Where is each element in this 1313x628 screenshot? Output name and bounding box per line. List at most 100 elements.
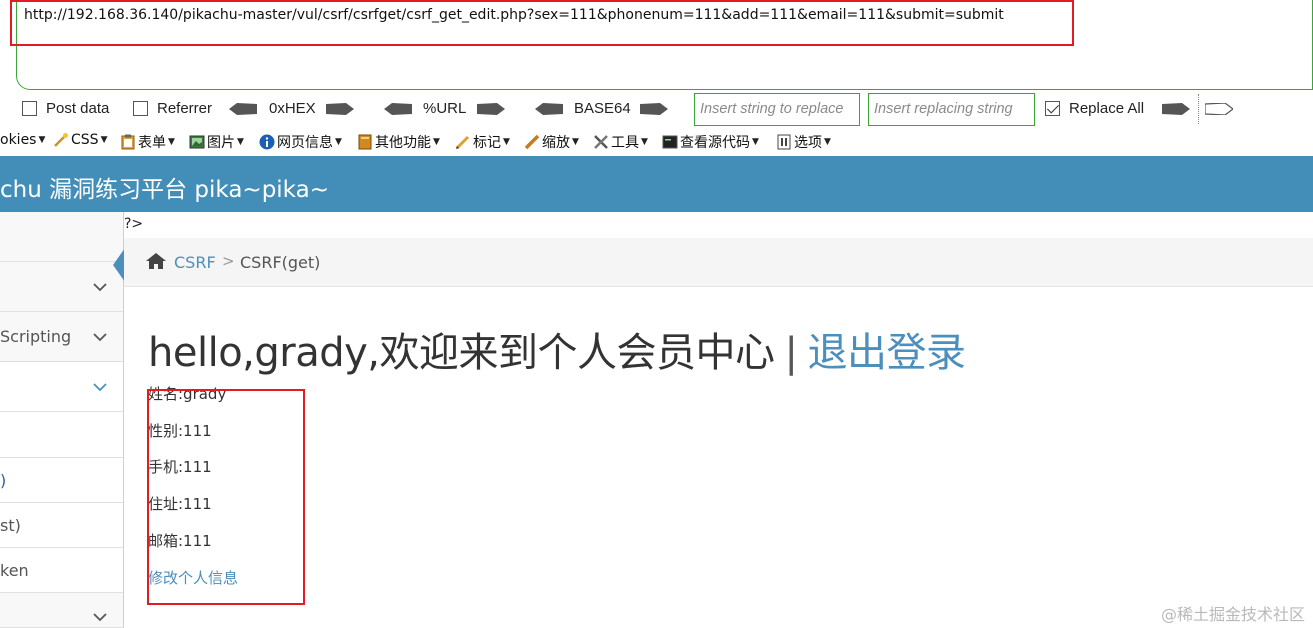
post-data-toggle[interactable]: Post data: [22, 100, 109, 117]
base64-encode-arrow-icon[interactable]: [640, 103, 668, 115]
magic-wand-icon: [54, 133, 68, 147]
sidebar-item-top[interactable]: [0, 212, 123, 262]
webdev-resize-label: 缩放: [542, 135, 570, 151]
tools-icon: [594, 135, 608, 149]
webdev-cookies-menu[interactable]: okies ▼: [0, 132, 45, 148]
ruler-icon: [524, 134, 540, 150]
site-title[interactable]: chu 漏洞练习平台 pika~pika~: [0, 170, 329, 204]
url-encode-label: %URL: [423, 100, 467, 117]
webdev-info-menu[interactable]: 网页信息 ▼: [259, 132, 342, 152]
sidebar-item-label: Scripting: [0, 327, 72, 346]
page-title: hello,grady,欢迎来到个人会员中心 | 退出登录: [148, 320, 966, 378]
watermark: @稀土掘金技术社区: [1160, 605, 1305, 624]
pencil-icon: [455, 135, 470, 150]
referrer-checkbox[interactable]: [133, 101, 148, 116]
referrer-label: Referrer: [157, 100, 213, 117]
chevron-down-icon: [93, 383, 107, 392]
logout-link[interactable]: 退出登录: [807, 330, 966, 376]
webdev-forms-label: 表单: [138, 135, 166, 151]
webdev-images-label: 图片: [207, 135, 235, 151]
caret-down-icon: ▼: [572, 137, 579, 147]
info-icon: [259, 134, 275, 150]
sidebar-item-label: st): [0, 516, 21, 535]
url-decode-arrow-icon[interactable]: [384, 103, 412, 115]
webdev-options-label: 选项: [794, 135, 822, 151]
caret-down-icon: ▼: [100, 135, 108, 145]
replace-all-label: Replace All: [1069, 100, 1145, 117]
webdev-toolbar: okies ▼ CSS ▼ 表单 ▼ 图片 ▼ 网页信息 ▼ 其他功能 ▼ 标记 ▼ 缩放 ▼ …: [0, 128, 1313, 154]
referrer-toggle[interactable]: Referrer: [133, 100, 212, 117]
sidebar-subitem-overview[interactable]: [0, 412, 123, 458]
hackbar-toolbar: Post data Referrer 0xHEX %URL BASE64 Ins…: [0, 92, 1313, 126]
options-icon: [777, 134, 791, 150]
webdev-tools-label: 工具: [611, 135, 639, 151]
execute-arrow-icon[interactable]: [1205, 103, 1233, 115]
caret-down-icon: ▼: [752, 137, 759, 147]
home-icon[interactable]: [146, 252, 166, 270]
breadcrumb-link-csrf[interactable]: CSRF: [174, 253, 216, 272]
book-icon: [358, 134, 372, 150]
sidebar: Scripting ) st) ken: [0, 212, 124, 628]
sidebar-item-collapsed[interactable]: [0, 262, 123, 312]
post-data-checkbox[interactable]: [22, 101, 37, 116]
greeting-text: hello,grady,欢迎来到个人会员中心: [148, 330, 775, 376]
sidebar-subitem-csrf-token[interactable]: ken: [0, 548, 123, 593]
replace-string-input[interactable]: Insert string to replace: [694, 93, 860, 126]
hex-encode-arrow-icon[interactable]: [326, 103, 354, 115]
base64-label: BASE64: [574, 100, 631, 117]
base64-decode-arrow-icon[interactable]: [535, 103, 563, 115]
replace-all-toggle[interactable]: Replace All: [1045, 100, 1144, 117]
webdev-misc-label: 其他功能: [375, 135, 431, 151]
sidebar-item-next[interactable]: [0, 593, 123, 628]
php-leak-text: ?>: [124, 216, 144, 232]
hex-decode-arrow-icon[interactable]: [229, 103, 257, 115]
sidebar-subitem-csrf-get[interactable]: ): [0, 458, 123, 503]
toolbar-separator: [1198, 94, 1199, 124]
sidebar-item-label: ken: [0, 561, 29, 580]
caret-down-icon: ▼: [335, 137, 342, 147]
caret-down-icon: ▼: [168, 137, 175, 147]
sidebar-subitem-csrf-post[interactable]: st): [0, 503, 123, 548]
chevron-down-icon: [93, 333, 107, 342]
sidebar-item-csrf[interactable]: [0, 362, 123, 412]
caret-down-icon: ▼: [433, 137, 440, 147]
caret-down-icon: ▼: [641, 137, 648, 147]
webdev-css-label: CSS: [71, 132, 99, 148]
breadcrumb: CSRF > CSRF(get): [124, 238, 1313, 287]
webdev-css-menu[interactable]: CSS ▼: [53, 132, 107, 148]
site-header: chu 漏洞练习平台 pika~pika~: [0, 156, 1313, 212]
caret-down-icon: ▼: [38, 135, 46, 145]
caret-down-icon: ▼: [237, 137, 244, 147]
sidebar-item-xss[interactable]: Scripting: [0, 312, 123, 362]
title-separator: |: [784, 330, 798, 376]
webdev-info-label: 网页信息: [277, 135, 333, 151]
webdev-tools-menu[interactable]: 工具 ▼: [593, 132, 648, 152]
webdev-misc-menu[interactable]: 其他功能 ▼: [357, 132, 440, 152]
chevron-down-icon: [93, 613, 107, 622]
chevron-down-icon: [93, 283, 107, 292]
hex-label: 0xHEX: [269, 100, 316, 117]
caret-down-icon: ▼: [503, 137, 510, 147]
webdev-view-source-label: 查看源代码: [680, 135, 750, 151]
terminal-icon: [662, 135, 678, 149]
webdev-outline-label: 标记: [473, 135, 501, 151]
webdev-resize-menu[interactable]: 缩放 ▼: [524, 132, 579, 152]
sidebar-item-label: ): [0, 471, 7, 490]
breadcrumb-separator: >: [222, 252, 235, 270]
url-encode-arrow-icon[interactable]: [477, 103, 505, 115]
post-data-label: Post data: [46, 100, 110, 117]
webdev-view-source-menu[interactable]: 查看源代码 ▼: [662, 132, 759, 152]
webdev-images-menu[interactable]: 图片 ▼: [189, 132, 244, 152]
caret-down-icon: ▼: [824, 137, 831, 147]
webdev-outline-menu[interactable]: 标记 ▼: [455, 132, 510, 152]
replacing-string-input[interactable]: Insert replacing string: [868, 93, 1035, 126]
image-icon: [189, 135, 205, 149]
webdev-forms-menu[interactable]: 表单 ▼: [120, 132, 175, 152]
replace-all-checkbox[interactable]: [1045, 101, 1060, 116]
webdev-options-menu[interactable]: 选项 ▼: [776, 132, 831, 152]
replace-execute-arrow-icon[interactable]: [1162, 103, 1190, 115]
breadcrumb-current: CSRF(get): [240, 253, 321, 272]
info-highlight-box: [147, 389, 305, 605]
clipboard-icon: [121, 134, 135, 150]
url-highlight-box: [10, 0, 1074, 46]
